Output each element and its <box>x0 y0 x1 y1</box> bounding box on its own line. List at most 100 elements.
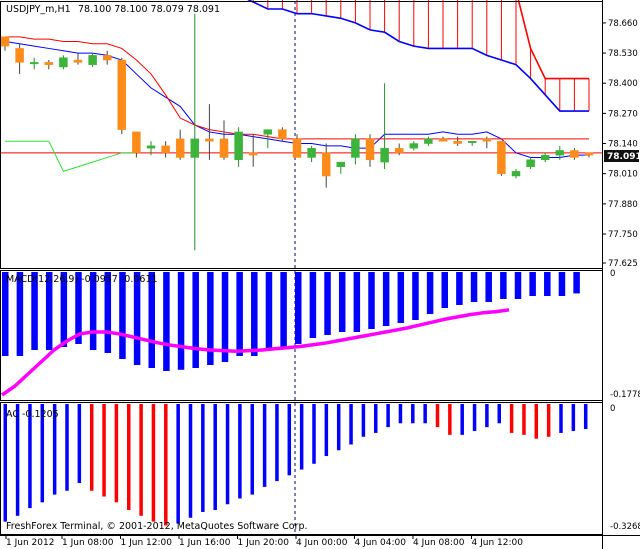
macd-histogram-bar <box>295 272 302 344</box>
macd-histogram-bar <box>456 272 463 305</box>
ac-bar <box>509 404 514 433</box>
candle-body <box>44 62 54 65</box>
price-tick-label: 78.530 <box>608 49 638 59</box>
ac-bar <box>361 404 366 437</box>
time-tick-label: 1 Jun 2012 <box>6 538 54 548</box>
ac-bar <box>497 404 501 424</box>
time-tick-label: 4 Jun 00:00 <box>296 538 348 548</box>
candle-body <box>467 140 477 143</box>
candle-body <box>380 147 389 163</box>
ac-bar <box>299 404 304 470</box>
macd-histogram-bar <box>529 272 536 296</box>
price-tick-label: 77.880 <box>608 200 638 210</box>
candle-body <box>234 131 243 161</box>
price-tick-label: 78.010 <box>608 170 638 180</box>
macd-histogram-bar <box>280 272 287 347</box>
price-tick-label: 77.625 <box>608 259 638 269</box>
macd-histogram-bar <box>133 272 141 365</box>
ac-bar <box>164 404 168 526</box>
macd-histogram-bar <box>236 272 243 356</box>
ac-bar <box>287 404 292 476</box>
candle-body <box>555 150 565 156</box>
ac-bar <box>127 404 131 511</box>
candle-body <box>540 154 550 161</box>
macd-histogram-bar <box>573 272 580 294</box>
candle <box>497 140 506 177</box>
candle <box>278 127 287 142</box>
price-tick-label: 78.400 <box>608 79 638 89</box>
macd-histogram-bar <box>119 272 126 359</box>
ac-bar <box>349 404 353 445</box>
time-tick-label: 1 Jun 12:00 <box>121 538 173 548</box>
ac-bar <box>559 404 563 433</box>
candle-body <box>190 138 200 158</box>
candle <box>117 57 127 135</box>
ac-bar <box>386 404 390 428</box>
macd-histogram-bar <box>412 272 419 320</box>
price-tick-label: 77.750 <box>608 230 638 240</box>
ac-bar <box>423 404 427 424</box>
candle-body <box>205 138 214 142</box>
ac-axis-label: -0.3268 <box>610 522 640 532</box>
ac-bar <box>546 404 551 437</box>
macd-axis-label: -0.1778 <box>610 390 640 400</box>
candle-body <box>394 147 404 154</box>
candle-body <box>219 138 229 158</box>
ac-bar <box>89 404 94 491</box>
ac-bar <box>176 404 180 524</box>
candle-body <box>132 131 141 154</box>
macd-histogram-bar <box>485 272 492 302</box>
ac-bar <box>15 404 20 516</box>
macd-histogram-bar <box>368 272 375 329</box>
ac-bar <box>238 404 242 499</box>
macd-histogram-bar <box>177 272 185 370</box>
copyright-text: FreshForex Terminal, © 2001-2012, MetaQu… <box>6 521 308 532</box>
ac-bar <box>435 404 440 428</box>
ac-bar <box>225 404 230 505</box>
ac-bar <box>139 404 143 516</box>
candle-body <box>321 152 331 177</box>
macd-histogram-bar <box>338 272 346 332</box>
macd-histogram-bar <box>544 272 551 296</box>
ac-bar <box>534 404 539 439</box>
ac-bar <box>398 404 403 424</box>
candle-body <box>117 59 127 130</box>
candle-body <box>453 140 462 144</box>
macd-histogram-bar <box>426 272 434 314</box>
ac-bar <box>275 404 279 482</box>
macd-histogram-bar <box>353 272 361 332</box>
candle-body <box>409 143 419 149</box>
ac-axis-label: 0 <box>610 404 615 414</box>
time-tick-label: 1 Jun 20:00 <box>238 538 290 548</box>
ac-bar <box>448 404 452 435</box>
time-tick-label: 4 Jun 12:00 <box>472 538 524 548</box>
macd-histogram-bar <box>192 272 199 368</box>
macd-histogram-bar <box>500 272 507 299</box>
candle-body <box>351 138 360 158</box>
macd-histogram-bar <box>163 272 170 371</box>
ac-bar <box>472 404 477 431</box>
time-tick-label: 4 Jun 08:00 <box>413 538 465 548</box>
time-tick-label: 1 Jun 16:00 <box>179 538 231 548</box>
time-tick-label: 1 Jun 08:00 <box>62 538 114 548</box>
ac-bar <box>522 404 526 435</box>
ac-bar <box>65 404 69 491</box>
ac-bar <box>374 404 378 433</box>
candle-body <box>570 150 579 158</box>
ac-bar <box>571 404 576 431</box>
candle-body <box>263 129 273 135</box>
trading-chart: 78.660 78.530 78.400 78.270 78.140 78.010 77.8… <box>0 0 640 549</box>
macd-histogram-bar <box>251 272 258 356</box>
macd-indicator-label: MACD(12,26,9) -0.0957 -0.0611 <box>6 274 158 285</box>
ac-bar <box>151 404 156 522</box>
ac-bar <box>213 404 217 511</box>
candle-body <box>336 161 346 167</box>
candle-body <box>248 152 258 156</box>
macd-histogram-bar <box>324 272 331 335</box>
macd-histogram-bar <box>221 272 229 362</box>
ac-bar <box>324 404 329 457</box>
macd-histogram-bar <box>397 272 405 323</box>
ac-indicator-label: AC -0.1205 <box>6 409 59 420</box>
ac-bar <box>201 404 205 512</box>
macd-histogram-bar <box>470 272 478 302</box>
